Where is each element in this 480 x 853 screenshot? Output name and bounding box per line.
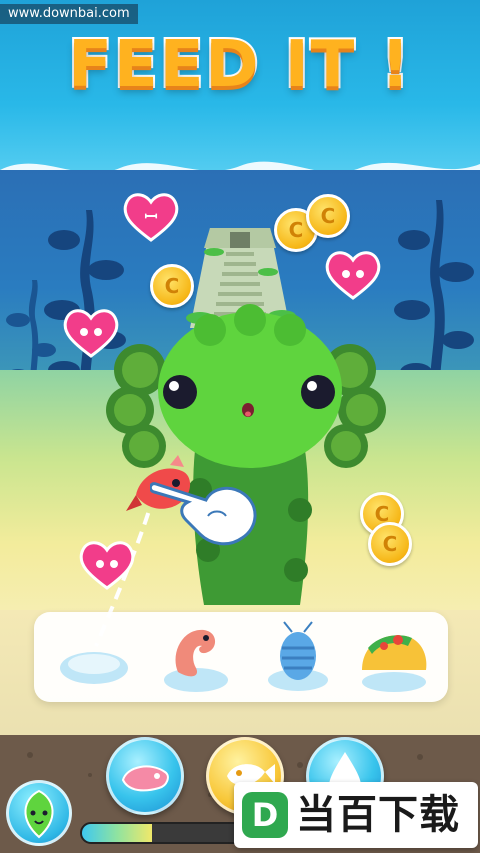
- brand-logo: D: [242, 792, 288, 838]
- heart-icon[interactable]: [324, 250, 382, 300]
- coin-icon[interactable]: [306, 194, 350, 238]
- taco-icon[interactable]: [354, 618, 434, 698]
- heart-icon[interactable]: [78, 540, 136, 590]
- title-banner: FEED IT !: [66, 26, 412, 104]
- growth-progress-bar: [80, 822, 250, 844]
- seaweed-right: [394, 200, 474, 400]
- leaf-button[interactable]: [6, 780, 72, 846]
- coin-icon[interactable]: [368, 522, 412, 566]
- svg-text:ꟷ: ꟷ: [144, 207, 157, 226]
- game-scene: ꟷ C C C C C www.downbai.com FEED IT ! D …: [0, 0, 480, 853]
- growth-progress-fill: [82, 824, 152, 842]
- food-tray: [34, 612, 448, 702]
- heart-icon[interactable]: ꟷ: [122, 192, 180, 242]
- leaf-icon: [24, 789, 54, 839]
- shrimp-icon[interactable]: [156, 618, 236, 698]
- tutorial-hand-icon: [150, 482, 257, 546]
- isopod-icon[interactable]: [258, 618, 338, 698]
- food-shop-button[interactable]: [106, 737, 184, 815]
- coin-icon[interactable]: [150, 264, 194, 308]
- site-watermark: www.downbai.com: [0, 4, 138, 24]
- brand-watermark: D 当百下载: [234, 782, 478, 848]
- heart-icon[interactable]: [62, 308, 120, 358]
- empty-dish-icon[interactable]: [54, 618, 134, 698]
- fish-food-icon: [121, 765, 169, 792]
- brand-text: 当百下载: [296, 792, 460, 838]
